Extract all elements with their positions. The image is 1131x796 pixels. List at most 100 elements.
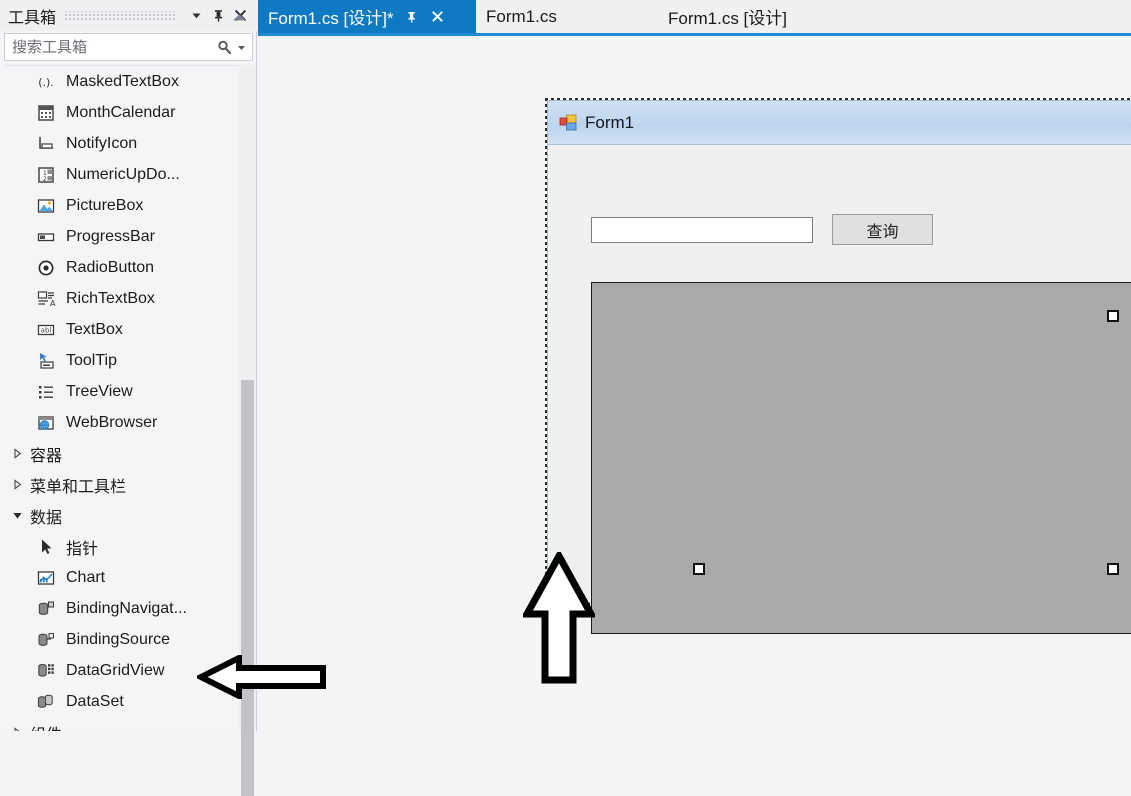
- form-icon: [558, 113, 578, 133]
- toolbox-item-label: WebBrowser: [66, 413, 158, 431]
- toolbox-item-datagridview[interactable]: DataGridView: [4, 655, 253, 686]
- toolbox-item-label: DataGridView: [66, 661, 165, 679]
- chevron-down-icon[interactable]: [185, 5, 207, 27]
- textbox-icon: abl: [26, 320, 66, 340]
- toolbox-header: 工具箱: [0, 0, 257, 31]
- binding-source-icon: [26, 630, 66, 650]
- toolbox-item-bindingsource[interactable]: BindingSource: [4, 624, 253, 655]
- toolbox-item-[interactable]: 指针: [4, 531, 253, 562]
- toolbox-item-monthcalendar[interactable]: MonthCalendar: [4, 97, 253, 128]
- toolbox-item-picturebox[interactable]: PictureBox: [4, 190, 253, 221]
- editor-tab-2[interactable]: Form1.cs [设计]: [658, 0, 858, 33]
- rich-textbox-icon: A: [26, 289, 66, 309]
- svg-text:(.).: (.).: [38, 76, 54, 89]
- toolbox-panel: 工具箱 搜索工具箱 (.). MaskedTextBox MonthCalend…: [0, 0, 257, 796]
- masked-textbox-icon: (.).: [26, 72, 66, 92]
- toolbox-item-tooltip[interactable]: ToolTip: [4, 345, 253, 376]
- toolbox-item-label: 指针: [66, 540, 99, 558]
- form-designer-surface[interactable]: Form1 查询: [258, 36, 1131, 731]
- collapse-up-icon[interactable]: [231, 10, 248, 28]
- toolbox-title: 工具箱: [8, 9, 57, 27]
- toolbox-item-treeview[interactable]: TreeView: [4, 376, 253, 407]
- webbrowser-icon: [26, 413, 66, 433]
- resize-handle-right-middle[interactable]: [1107, 310, 1119, 322]
- editor-tab-1[interactable]: Form1.cs: [476, 0, 626, 33]
- radio-button-icon: [26, 258, 66, 278]
- toolbox-drag-dots[interactable]: [64, 10, 177, 21]
- toolbox-item-label: MaskedTextBox: [66, 72, 179, 90]
- toolbox-item-label: TextBox: [66, 320, 123, 338]
- toolbox-item-label: MonthCalendar: [66, 103, 176, 121]
- svg-text:abl: abl: [41, 326, 52, 334]
- toolbox-item-label: 组件: [30, 721, 62, 732]
- triangle-down-icon[interactable]: [12, 510, 30, 521]
- toolbox-item-chart[interactable]: Chart: [4, 562, 253, 593]
- toolbox-item-notifyicon[interactable]: NotifyIcon: [4, 128, 253, 159]
- pointer-icon: [26, 537, 66, 557]
- toolbox-search-box[interactable]: [4, 33, 253, 61]
- toolbox-item-list[interactable]: (.). MaskedTextBox MonthCalendar NotifyIcon…: [4, 65, 253, 731]
- toolbox-scrollbar-thumb[interactable]: [241, 380, 254, 796]
- toolbox-item-label: TreeView: [66, 382, 133, 400]
- toolbox-item-label: BindingNavigat...: [66, 599, 187, 617]
- toolbox-item-label: ProgressBar: [66, 227, 155, 245]
- treeview-icon: [26, 382, 66, 402]
- toolbox-item-webbrowser[interactable]: WebBrowser: [4, 407, 253, 438]
- toolbox-item-[interactable]: 组件: [4, 717, 253, 731]
- dataset-icon: [26, 692, 66, 712]
- svg-text:A: A: [50, 299, 56, 308]
- search-textbox[interactable]: [591, 217, 813, 243]
- toolbox-item-[interactable]: 容器: [4, 438, 253, 469]
- picture-box-icon: [26, 196, 66, 216]
- toolbox-item-label: NotifyIcon: [66, 134, 138, 152]
- toolbox-item-richtextbox[interactable]: A RichTextBox: [4, 283, 253, 314]
- toolbox-item-label: DataSet: [66, 692, 124, 710]
- toolbox-item-numericupdo[interactable]: 1 2 NumericUpDo...: [4, 159, 253, 190]
- query-button[interactable]: 查询: [832, 214, 933, 245]
- progress-bar-icon: [26, 227, 66, 247]
- editor-tab-label: Form1.cs [设计]: [668, 9, 788, 28]
- toolbox-item-dataset[interactable]: DataSet: [4, 686, 253, 717]
- toolbox-item-textbox[interactable]: abl TextBox: [4, 314, 253, 345]
- toolbox-item-label: BindingSource: [66, 630, 171, 648]
- toolbox-item-radiobutton[interactable]: RadioButton: [4, 252, 253, 283]
- resize-handle-bottom-right[interactable]: [1107, 563, 1119, 575]
- toolbox-item-maskedtextbox[interactable]: (.). MaskedTextBox: [4, 66, 253, 97]
- editor-tab-strip: Form1.cs [设计]* Form1.cs Form1.cs [设计]: [258, 0, 1131, 36]
- form-client-area[interactable]: 查询: [549, 146, 1131, 634]
- toolbox-item-[interactable]: 数据: [4, 500, 253, 531]
- binding-navigator-icon: [26, 599, 66, 619]
- chart-icon: [26, 568, 66, 588]
- toolbox-item-bindingnavigat[interactable]: BindingNavigat...: [4, 593, 253, 624]
- tab-pin-icon[interactable]: [404, 9, 420, 25]
- datagridview-icon: [26, 661, 66, 681]
- toolbox-item-label: 数据: [30, 509, 63, 527]
- pin-icon[interactable]: [207, 5, 229, 27]
- notify-icon: [26, 134, 66, 154]
- search-icon[interactable]: [213, 39, 236, 56]
- triangle-right-icon[interactable]: [12, 727, 30, 731]
- form-preview-window[interactable]: Form1 查询: [547, 100, 1131, 634]
- numeric-updown-icon: 12: [26, 165, 66, 185]
- toolbox-item-label: PictureBox: [66, 196, 144, 214]
- form-titlebar: Form1: [548, 101, 1131, 145]
- search-dropdown-icon[interactable]: [236, 43, 252, 52]
- editor-tab-label: Form1.cs [设计]*: [268, 9, 394, 28]
- toolbox-item-[interactable]: 菜单和工具栏: [4, 469, 253, 500]
- tab-close-icon[interactable]: [430, 9, 446, 25]
- editor-tab-0[interactable]: Form1.cs [设计]*: [258, 0, 476, 33]
- form-title: Form1: [585, 112, 635, 132]
- search-input[interactable]: [5, 33, 213, 61]
- triangle-right-icon[interactable]: [12, 448, 30, 459]
- toolbox-item-label: NumericUpDo...: [66, 165, 180, 183]
- toolbox-item-label: 菜单和工具栏: [30, 478, 127, 496]
- resize-handle-bottom-middle[interactable]: [693, 563, 705, 575]
- toolbox-scrollbar[interactable]: [239, 65, 256, 796]
- toolbox-item-label: ToolTip: [66, 351, 117, 369]
- month-calendar-icon: [26, 103, 66, 123]
- datagridview-placeholder[interactable]: [591, 282, 1131, 634]
- triangle-right-icon[interactable]: [12, 479, 30, 490]
- tooltip-icon: [26, 351, 66, 371]
- toolbox-item-label: RadioButton: [66, 258, 155, 276]
- toolbox-item-progressbar[interactable]: ProgressBar: [4, 221, 253, 252]
